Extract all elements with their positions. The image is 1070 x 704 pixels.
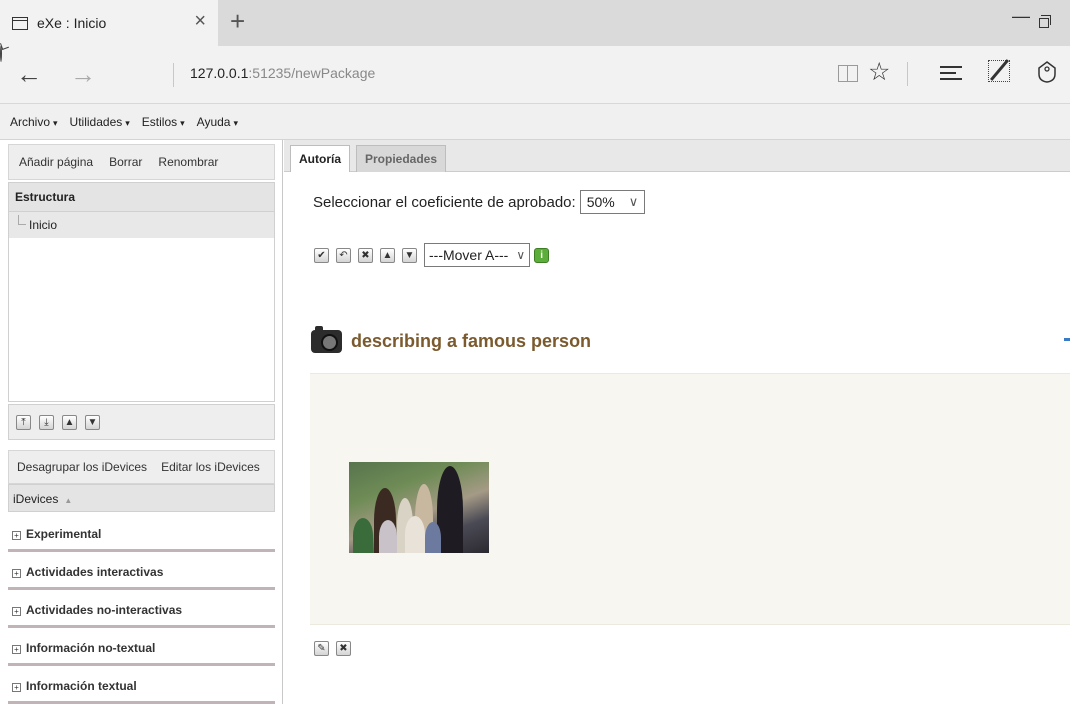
idevices-heading[interactable]: iDevices ▲ xyxy=(8,484,275,512)
chevron-down-icon: ▾ xyxy=(180,117,185,128)
reload-icon[interactable] xyxy=(0,45,2,62)
delete-page-button[interactable]: Borrar xyxy=(109,155,142,169)
add-page-button[interactable]: Añadir página xyxy=(19,155,93,169)
idevice-header: describing a famous person xyxy=(311,326,592,353)
idevice-content xyxy=(310,373,1070,625)
coefficient-value: 50% xyxy=(586,194,615,210)
node-move-toolbar: ⤒ ⤓ ▲ ▼ xyxy=(8,404,275,440)
move-to-select[interactable]: ---Mover A--- ∨ xyxy=(424,243,531,267)
menu-utilidades[interactable]: Utilidades ▾ xyxy=(70,115,130,129)
web-note-icon[interactable] xyxy=(988,60,1010,82)
expand-plus-icon: + xyxy=(12,531,21,540)
category-informacion-no-textual[interactable]: + Información no-textual xyxy=(8,628,275,666)
expand-plus-icon: + xyxy=(12,645,21,654)
window-restore-icon[interactable] xyxy=(1039,15,1051,28)
idevice-title: describing a famous person xyxy=(351,331,592,351)
app-menu-bar: Archivo ▾ Utilidades ▾ Estilos ▾ Ayuda ▾ xyxy=(0,104,1070,140)
move-to-top-icon[interactable]: ⤒ xyxy=(16,414,31,430)
coefficient-select[interactable]: 50% ∨ xyxy=(579,190,646,214)
left-panel: Añadir página Borrar Renombrar Estructur… xyxy=(0,140,283,704)
new-tab-icon[interactable]: + xyxy=(230,7,245,35)
category-informacion-textual[interactable]: + Información textual xyxy=(8,666,275,704)
move-up-icon[interactable]: ▲ xyxy=(380,247,395,263)
undo-icon[interactable]: ↶ xyxy=(336,247,351,263)
idevice-action-toolbar: ✔ ↶ ✖ ▲ ▼ ---Mover A--- ∨ i xyxy=(314,243,550,267)
edge-minimize-icon[interactable] xyxy=(1064,338,1070,341)
edit-idevices-button[interactable]: Editar los iDevices xyxy=(161,460,260,474)
tab-title: eXe : Inicio xyxy=(37,15,107,31)
url-path: :51235/newPackage xyxy=(248,65,376,81)
panel-tab-strip: Autoría Propiedades xyxy=(284,140,1070,172)
tab-autoria[interactable]: Autoría xyxy=(290,145,350,172)
idevice-category-list: + Experimental + Actividades interactivas … xyxy=(8,514,275,704)
expand-plus-icon: + xyxy=(12,569,21,578)
favorite-star-icon[interactable]: ☆ xyxy=(868,57,890,87)
url-host: 127.0.0.1 xyxy=(190,65,249,81)
reading-view-icon[interactable] xyxy=(838,65,858,82)
back-arrow-icon[interactable]: ← xyxy=(16,60,42,88)
menu-archivo[interactable]: Archivo ▾ xyxy=(10,115,58,129)
camera-icon xyxy=(311,326,342,353)
structure-tree: Inicio xyxy=(8,212,275,402)
move-down-icon[interactable]: ▼ xyxy=(402,247,417,263)
move-down-icon[interactable]: ▼ xyxy=(85,414,100,430)
edit-pencil-icon[interactable]: ✎ xyxy=(314,641,329,656)
share-icon[interactable] xyxy=(1036,60,1058,84)
apply-check-icon[interactable]: ✔ xyxy=(314,247,329,263)
tab-propiedades[interactable]: Propiedades xyxy=(356,145,447,172)
info-icon[interactable]: i xyxy=(534,247,550,263)
chevron-down-icon: ▾ xyxy=(233,117,238,128)
coefficient-label: Seleccionar el coeficiente de aprobado: xyxy=(313,193,576,211)
collapse-triangle-icon: ▲ xyxy=(64,496,73,505)
category-actividades-interactivas[interactable]: + Actividades interactivas xyxy=(8,552,275,590)
category-actividades-no-interactivas[interactable]: + Actividades no-interactivas xyxy=(8,590,275,628)
window-minimize-icon[interactable]: — xyxy=(1012,6,1030,27)
browser-tab[interactable]: eXe : Inicio × xyxy=(0,0,218,46)
move-up-icon[interactable]: ▲ xyxy=(62,414,77,430)
chevron-down-icon: ∨ xyxy=(628,194,639,209)
expand-plus-icon: + xyxy=(12,607,21,616)
menu-ayuda[interactable]: Ayuda ▾ xyxy=(197,115,238,129)
url-field[interactable]: 127.0.0.1:51235/newPackage xyxy=(190,65,375,81)
expand-plus-icon: + xyxy=(12,683,21,692)
chevron-down-icon: ▾ xyxy=(53,117,58,128)
structure-toolbar: Añadir página Borrar Renombrar xyxy=(8,144,275,180)
move-to-bottom-icon[interactable]: ⤓ xyxy=(39,414,54,430)
ungroup-idevices-button[interactable]: Desagrupar los iDevices xyxy=(17,460,147,474)
tab-page-icon xyxy=(12,16,28,30)
browser-tab-bar: eXe : Inicio × + — xyxy=(0,0,1070,46)
delete-x-icon[interactable]: ✖ xyxy=(336,641,351,656)
idevice-edit-toolbar: ✎ ✖ xyxy=(314,641,358,656)
chevron-down-icon: ▾ xyxy=(125,117,130,128)
menu-estilos[interactable]: Estilos ▾ xyxy=(142,115,185,129)
hub-menu-icon[interactable] xyxy=(940,66,962,80)
category-experimental[interactable]: + Experimental xyxy=(8,514,275,552)
chevron-down-icon: ∨ xyxy=(516,248,526,262)
structure-heading: Estructura xyxy=(8,182,275,212)
delete-x-icon[interactable]: ✖ xyxy=(358,247,373,263)
toolbar-divider xyxy=(907,62,908,86)
tab-close-icon[interactable]: × xyxy=(194,11,206,31)
forward-arrow-icon[interactable]: → xyxy=(70,60,96,88)
coefficient-row: Seleccionar el coeficiente de aprobado: … xyxy=(313,190,646,214)
idevices-toolbar: Desagrupar los iDevices Editar los iDevi… xyxy=(8,450,275,484)
rename-page-button[interactable]: Renombrar xyxy=(158,155,218,169)
tree-node-inicio[interactable]: Inicio xyxy=(9,212,274,238)
address-bar: ← → 127.0.0.1:51235/newPackage ☆ xyxy=(0,45,1070,104)
family-photo xyxy=(349,462,489,553)
address-divider xyxy=(173,63,174,87)
authoring-panel: Autoría Propiedades Seleccionar el coefi… xyxy=(284,140,1070,704)
